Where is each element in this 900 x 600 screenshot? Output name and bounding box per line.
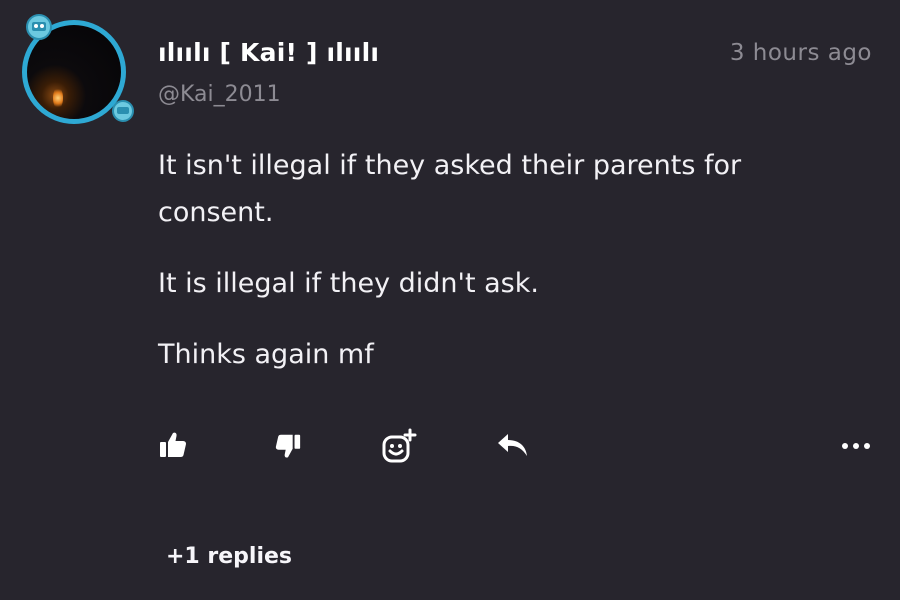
thumbs-up-icon [160, 432, 187, 457]
like-button[interactable] [158, 430, 188, 464]
comment-paragraph: It is illegal if they didn't ask. [158, 268, 539, 299]
add-reaction-button[interactable] [380, 428, 418, 470]
dislike-button[interactable] [274, 432, 302, 464]
avatar[interactable] [18, 12, 138, 132]
robot-frame-deco-icon [112, 100, 134, 122]
comment-paragraph: It isn't illegal if they asked their par… [158, 150, 742, 228]
comment-body: It isn't illegal if they asked their par… [158, 142, 838, 402]
thumbs-down-icon [275, 434, 301, 458]
comment-paragraph: Thinks again mf [158, 339, 374, 370]
timestamp: 3 hours ago [729, 40, 872, 66]
more-options-button[interactable] [840, 437, 872, 456]
username[interactable]: ılıılı [ Kai! ] ılıılı [158, 38, 379, 67]
avatar-flame-detail [53, 87, 63, 109]
reply-button[interactable] [496, 430, 530, 464]
reply-arrow-icon [498, 434, 527, 456]
user-handle[interactable]: @Kai_2011 [158, 82, 281, 107]
view-replies-link[interactable]: +1 replies [166, 544, 292, 569]
add-reaction-icon [382, 428, 417, 463]
robot-frame-deco-icon [26, 14, 52, 40]
more-dots-icon [842, 443, 870, 449]
